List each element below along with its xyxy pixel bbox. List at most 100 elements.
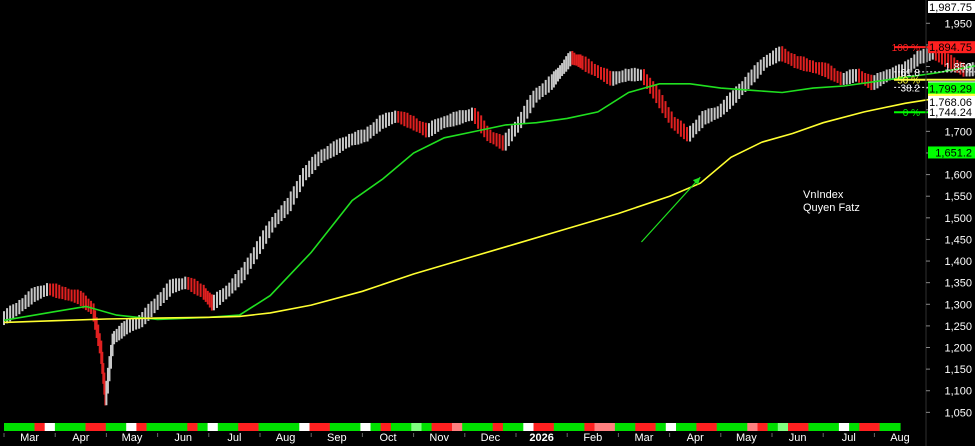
x-tick-label: Jun [789, 432, 807, 444]
volume-cell [543, 423, 555, 431]
y-axis: 1,050 1,100 1,150 1,200 1,250 1,300 1,350 1,400… [925, 0, 972, 446]
volume-cell [289, 423, 300, 431]
x-tick-label: Sep [327, 432, 347, 444]
volume-cell [44, 423, 56, 431]
volume-cell [65, 423, 76, 431]
volume-cell [655, 423, 667, 431]
volume-cell [340, 423, 351, 431]
y-tick-label: 1,600 [944, 170, 972, 182]
volume-cell [482, 423, 494, 431]
volume-cell [788, 423, 799, 431]
volume-cell [696, 423, 708, 431]
arrow-line [640, 176, 701, 243]
volume-cell [472, 423, 484, 431]
volume-cell [248, 423, 260, 431]
volume-cell [329, 423, 341, 431]
volume-cell [818, 423, 830, 431]
watermark-title: VnIndex [803, 189, 844, 201]
price-tag-label: 1,744.24 [929, 107, 972, 119]
volume-cell [594, 423, 606, 431]
volume-cell [706, 423, 718, 431]
volume-cell [177, 423, 188, 431]
volume-cell [614, 423, 626, 431]
y-tick-label: 1,850 [944, 62, 972, 74]
volume-cell [360, 423, 372, 431]
volume-cell [187, 423, 199, 431]
volume-cell [502, 423, 514, 431]
volume-cell [370, 423, 382, 431]
volume-cell [95, 423, 107, 431]
annotation-arrows [640, 176, 701, 243]
price-tag-label: 1,987.75 [929, 2, 972, 14]
volume-cell [228, 423, 239, 431]
x-tick-label: Oct [379, 432, 396, 444]
y-tick-label: 1,500 [944, 213, 972, 225]
volume-cell [105, 423, 117, 431]
volume-cell [492, 423, 504, 431]
y-tick-label: 1,150 [944, 364, 972, 376]
volume-cell [523, 423, 535, 431]
volume-cell [737, 423, 748, 431]
fib-label: 100 % [892, 43, 920, 54]
volume-cell [747, 423, 759, 431]
volume-cell [4, 423, 15, 431]
price-tag-label: 1,894.75 [929, 42, 972, 54]
volume-cell [411, 423, 423, 431]
volume-cell [869, 423, 881, 431]
x-tick-label: Apr [72, 432, 89, 444]
volume-cell [34, 423, 46, 431]
volume-cell [584, 423, 596, 431]
volume-cell [217, 423, 229, 431]
volume-cell [625, 423, 636, 431]
volume-cell [513, 423, 524, 431]
x-tick-label: Aug [276, 432, 296, 444]
y-tick-label: 1,300 [944, 299, 972, 311]
watermark: VnIndex Quyen Fatz [803, 189, 860, 215]
volume-cell [726, 423, 738, 431]
x-axis: Mar Apr May Jun Jul Aug Sep Oct Nov Dec 2026 Feb Mar… [3, 432, 910, 444]
volume-cell [757, 423, 769, 431]
volume-cell [24, 423, 36, 431]
volume-cell [268, 423, 280, 431]
volume-cell [798, 423, 809, 431]
volume-cell [197, 423, 209, 431]
volume-cell [238, 423, 249, 431]
y-tick-label: 1,450 [944, 234, 972, 246]
volume-cell [207, 423, 219, 431]
volume-cell [390, 423, 402, 431]
x-tick-label: Nov [429, 432, 449, 444]
volume-cell [85, 423, 97, 431]
x-tick-label: Mar [20, 432, 39, 444]
volume-cell [166, 423, 178, 431]
volume-cell [716, 423, 728, 431]
volume-cell [462, 423, 473, 431]
volume-cell [431, 423, 443, 431]
volume-cell [401, 423, 412, 431]
volume-cell [258, 423, 270, 431]
volume-cell [116, 423, 127, 431]
x-tick-label: Jun [174, 432, 192, 444]
volume-cell [452, 423, 463, 431]
volume-cell [136, 423, 148, 431]
x-tick-label: Apr [687, 432, 704, 444]
x-tick-label: May [736, 432, 757, 444]
x-tick-label: Jul [227, 432, 241, 444]
volume-cell [777, 423, 789, 431]
fib-label: 0 % [903, 108, 920, 119]
volume-cell [808, 423, 820, 431]
volume-cell [859, 423, 871, 431]
fib-label: 38.2 [901, 83, 921, 94]
volume-cell [665, 423, 677, 431]
x-tick-label: May [122, 432, 143, 444]
x-tick-label: Dec [481, 432, 501, 444]
volume-cell [156, 423, 168, 431]
y-tick-label: 1,050 [944, 407, 972, 419]
volume-cell [879, 423, 891, 431]
y-tick-label: 1,950 [944, 18, 972, 30]
volume-cell [380, 423, 392, 431]
y-tick-label: 1,700 [944, 126, 972, 138]
y-tick-label: 1,400 [944, 256, 972, 268]
volume-cell [126, 423, 137, 431]
volume-cell [75, 423, 87, 431]
volume-cell [635, 423, 647, 431]
